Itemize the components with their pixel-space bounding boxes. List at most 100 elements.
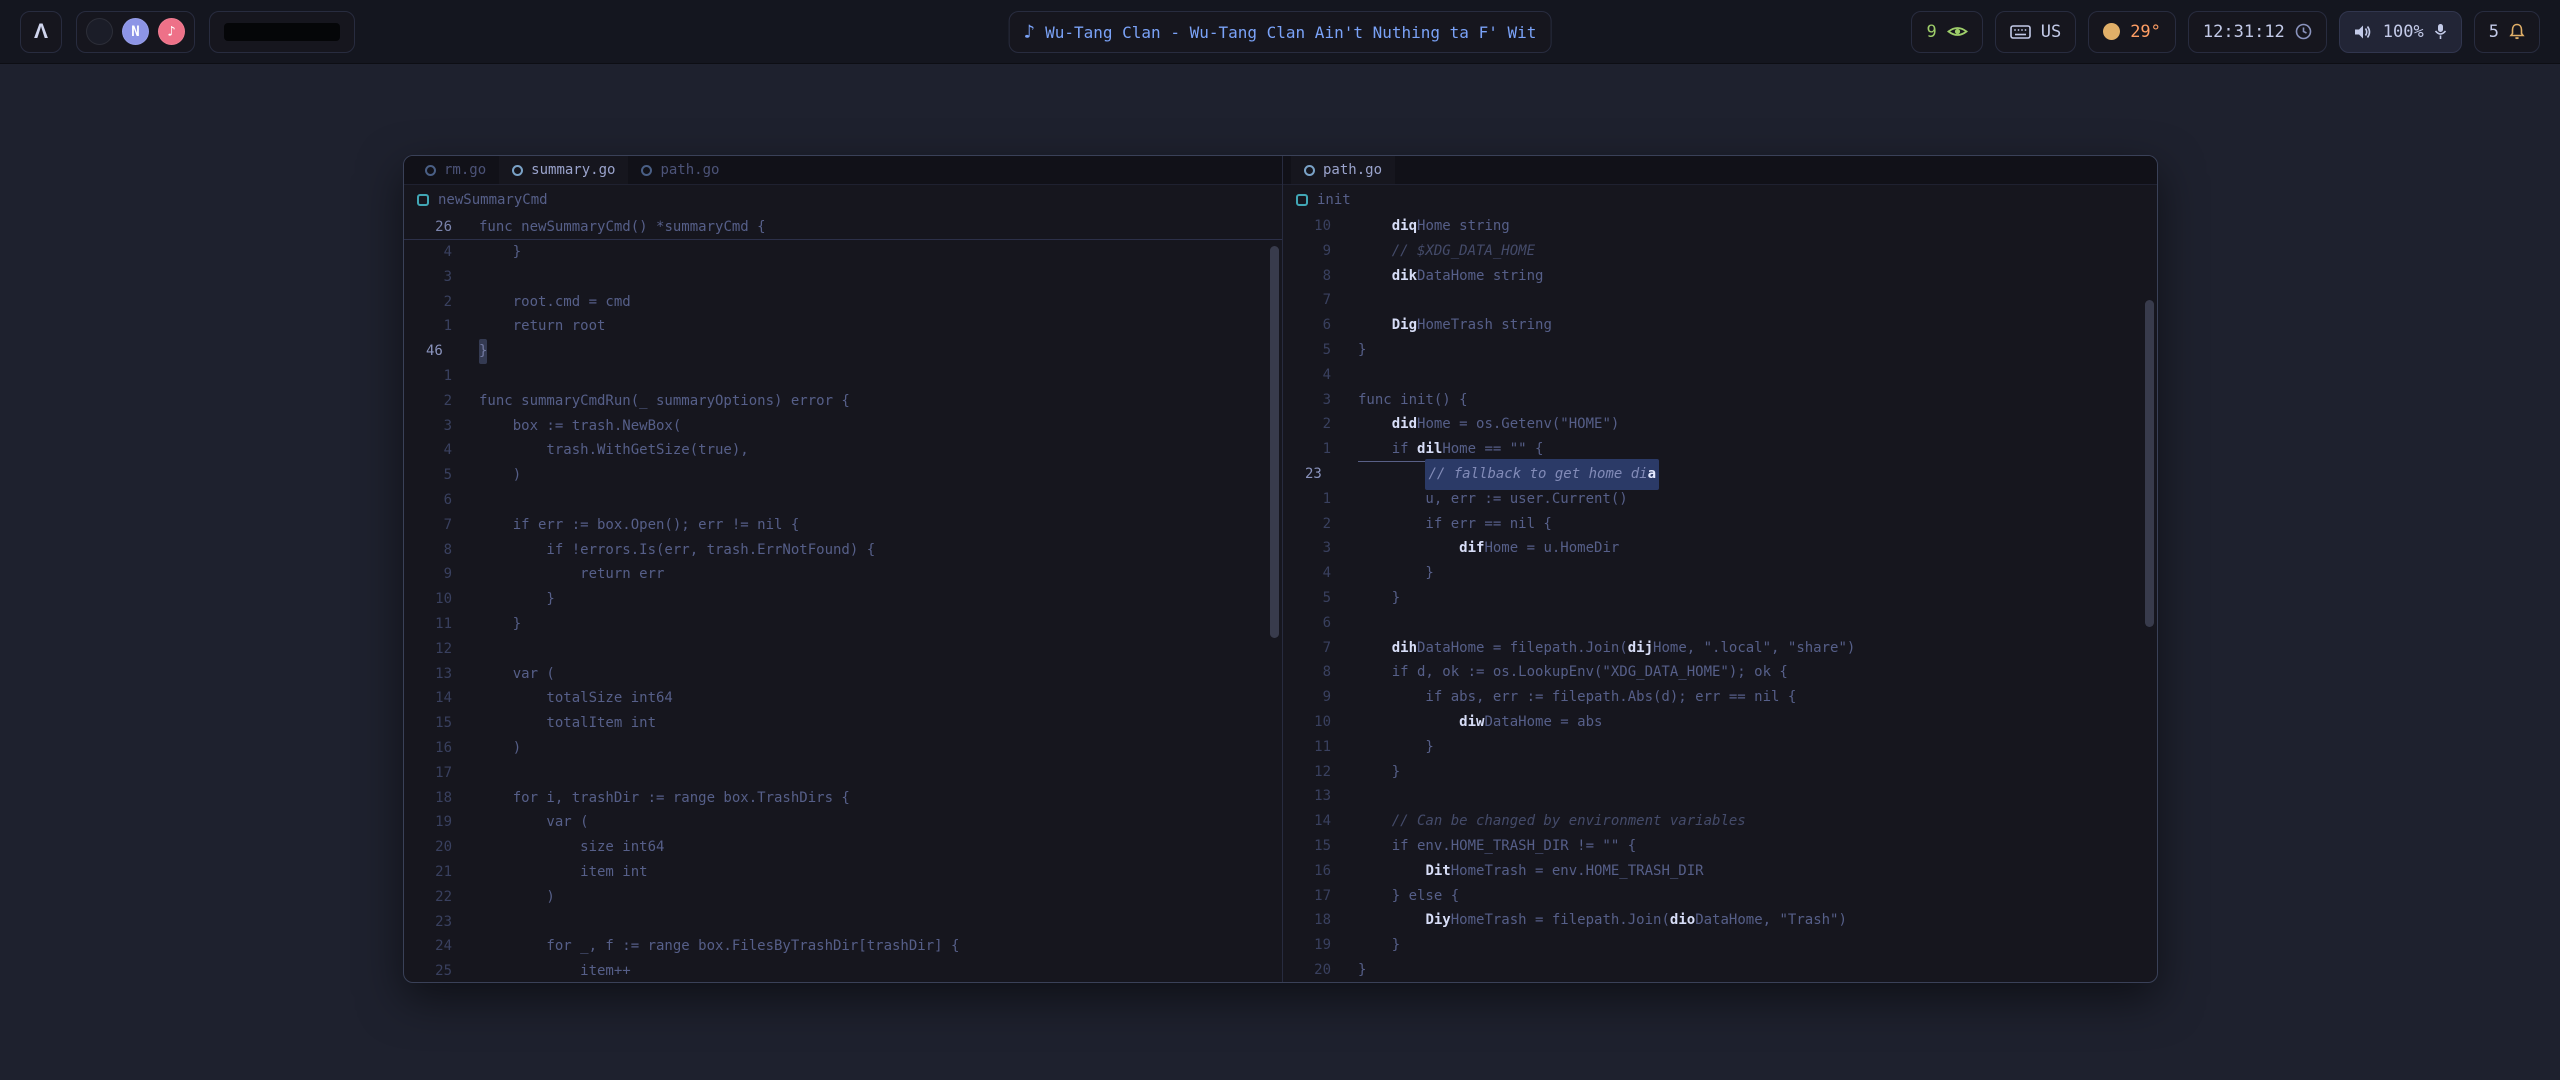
code-line[interactable]: 11 } (1283, 735, 2157, 760)
code-line[interactable]: 11 } (404, 612, 1282, 637)
code-area-right[interactable]: 10 diqHome string9 // $XDG_DATA_HOME8 di… (1283, 214, 2157, 982)
line-number: 14 (1283, 809, 1358, 834)
code-segment: } (1358, 735, 1434, 760)
code-line[interactable]: 4 } (404, 240, 1282, 265)
code-line[interactable]: 18 DiyHomeTrash = filepath.Join(dioDataH… (1283, 908, 2157, 933)
code-line[interactable]: 10 } (404, 587, 1282, 612)
code-line[interactable]: 19 var ( (404, 810, 1282, 835)
code-line[interactable]: 2func summaryCmdRun(_ summaryOptions) er… (404, 389, 1282, 414)
scrollbar-thumb-left[interactable] (1270, 246, 1279, 638)
code-line[interactable]: 8 dikDataHome string (1283, 264, 2157, 289)
code-line[interactable]: 16 ) (404, 736, 1282, 761)
recorder-module[interactable]: 9 (1911, 11, 1982, 53)
code-line[interactable]: 8 if !errors.Is(err, trash.ErrNotFound) … (404, 538, 1282, 563)
code-line[interactable]: 10 diqHome string (1283, 214, 2157, 239)
code-line[interactable]: 3 box := trash.NewBox( (404, 414, 1282, 439)
code-area-left[interactable]: 4 }32 root.cmd = cmd1 return root46}12fu… (404, 240, 1282, 982)
music-module[interactable]: ♪ Wu-Tang Clan - Wu-Tang Clan Ain't Nuth… (1009, 11, 1552, 53)
code-line[interactable]: 15 totalItem int (404, 711, 1282, 736)
tab-path.go[interactable]: path.go (1291, 156, 1395, 184)
breadcrumb-left[interactable]: newSummaryCmd (404, 185, 1282, 214)
code-line[interactable]: 6 DigHomeTrash string (1283, 313, 2157, 338)
tab-summary.go[interactable]: summary.go (499, 156, 628, 184)
code-line[interactable]: 2 if err == nil { (1283, 512, 2157, 537)
sticky-context-line[interactable]: 26 func newSummaryCmd() *summaryCmd { (404, 214, 1282, 240)
code-line[interactable]: 8 if d, ok := os.LookupEnv("XDG_DATA_HOM… (1283, 660, 2157, 685)
code-line[interactable]: 9 if abs, err := filepath.Abs(d); err ==… (1283, 685, 2157, 710)
code-line[interactable]: 6 (1283, 611, 2157, 636)
line-number: 6 (1283, 313, 1358, 338)
code-segment: dil (1417, 437, 1442, 462)
code-line[interactable]: 13 (1283, 784, 2157, 809)
window-title-module[interactable] (209, 11, 355, 53)
code-line[interactable]: 46} (404, 339, 1282, 364)
workspace-app-1-icon[interactable] (86, 18, 113, 45)
launcher-button[interactable]: Λ (20, 11, 62, 53)
code-line[interactable]: 4 trash.WithGetSize(true), (404, 438, 1282, 463)
code-line[interactable]: 5} (1283, 338, 2157, 363)
code-line[interactable]: 14 // Can be changed by environment vari… (1283, 809, 2157, 834)
code-line[interactable]: 2 didHome = os.Getenv("HOME") (1283, 412, 2157, 437)
tab-path.go[interactable]: path.go (628, 156, 732, 184)
tab-rm.go[interactable]: rm.go (412, 156, 499, 184)
code-line[interactable]: 12 } (1283, 760, 2157, 785)
code-line[interactable]: 12 (404, 637, 1282, 662)
code-line[interactable]: 4 (1283, 363, 2157, 388)
code-line[interactable]: 15 if env.HOME_TRASH_DIR != "" { (1283, 834, 2157, 859)
code-line[interactable]: 19 } (1283, 933, 2157, 958)
code-line[interactable]: 10 diwDataHome = abs (1283, 710, 2157, 735)
clock-module[interactable]: 12:31:12 (2188, 11, 2327, 53)
code-line[interactable]: 1 return root (404, 314, 1282, 339)
code-line[interactable]: 18 for i, trashDir := range box.TrashDir… (404, 786, 1282, 811)
code-line[interactable]: 1 u, err := user.Current() (1283, 487, 2157, 512)
keyboard-layout-module[interactable]: US (1995, 11, 2076, 53)
code-segment (1358, 412, 1392, 437)
code-line[interactable]: 4 } (1283, 561, 2157, 586)
code-segment (1358, 908, 1425, 933)
code-segment: func init() { (1358, 388, 1468, 413)
code-segment: dif (1459, 536, 1484, 561)
scrollbar-thumb-right[interactable] (2145, 300, 2154, 627)
code-line[interactable]: 13 var ( (404, 662, 1282, 687)
workspace-app-neovim-icon[interactable]: N (122, 18, 149, 45)
code-line[interactable]: 1 (404, 364, 1282, 389)
code-line[interactable]: 17 (404, 761, 1282, 786)
line-number: 25 (404, 959, 479, 982)
code-line[interactable]: 3 (404, 265, 1282, 290)
code-line[interactable]: 9 return err (404, 562, 1282, 587)
workspace-app-music-icon[interactable]: ♪ (158, 18, 185, 45)
code-line[interactable]: 5 ) (404, 463, 1282, 488)
code-segment: size int64 (479, 835, 664, 860)
notifications-module[interactable]: 5 (2474, 11, 2540, 53)
code-line[interactable]: 21 item int (404, 860, 1282, 885)
code-line[interactable]: 25 item++ (404, 959, 1282, 982)
breadcrumb-right[interactable]: init (1283, 185, 2157, 214)
code-line[interactable]: 3 difHome = u.HomeDir (1283, 536, 2157, 561)
code-line[interactable]: 20 size int64 (404, 835, 1282, 860)
code-line[interactable]: 3func init() { (1283, 388, 2157, 413)
code-segment: return root (479, 314, 605, 339)
code-line[interactable]: 1 if dilHome == "" { (1283, 437, 2157, 462)
code-text: } (1358, 933, 1400, 958)
line-number: 10 (1283, 214, 1358, 239)
code-line[interactable]: 2 root.cmd = cmd (404, 290, 1282, 315)
line-number: 23 (404, 910, 479, 935)
code-text: } else { (1358, 884, 1459, 909)
code-line[interactable]: 7 if err := box.Open(); err != nil { (404, 513, 1282, 538)
code-line[interactable]: 22 ) (404, 885, 1282, 910)
code-line[interactable]: 14 totalSize int64 (404, 686, 1282, 711)
code-line[interactable]: 17 } else { (1283, 884, 2157, 909)
code-line[interactable]: 9 // $XDG_DATA_HOME (1283, 239, 2157, 264)
code-line[interactable]: 20} (1283, 958, 2157, 982)
code-line[interactable]: 5 } (1283, 586, 2157, 611)
code-line[interactable]: 23 // fallback to get home dia (1283, 462, 2157, 487)
code-line[interactable]: 7 (1283, 288, 2157, 313)
code-line[interactable]: 7 dihDataHome = filepath.Join(dijHome, "… (1283, 636, 2157, 661)
code-line[interactable]: 6 (404, 488, 1282, 513)
code-line[interactable]: 16 DitHomeTrash = env.HOME_TRASH_DIR (1283, 859, 2157, 884)
code-line[interactable]: 24 for _, f := range box.FilesByTrashDir… (404, 934, 1282, 959)
audio-module[interactable]: 100% (2339, 11, 2462, 53)
weather-module[interactable]: 29° (2088, 11, 2176, 53)
code-line[interactable]: 23 (404, 910, 1282, 935)
code-text: ) (479, 463, 521, 488)
